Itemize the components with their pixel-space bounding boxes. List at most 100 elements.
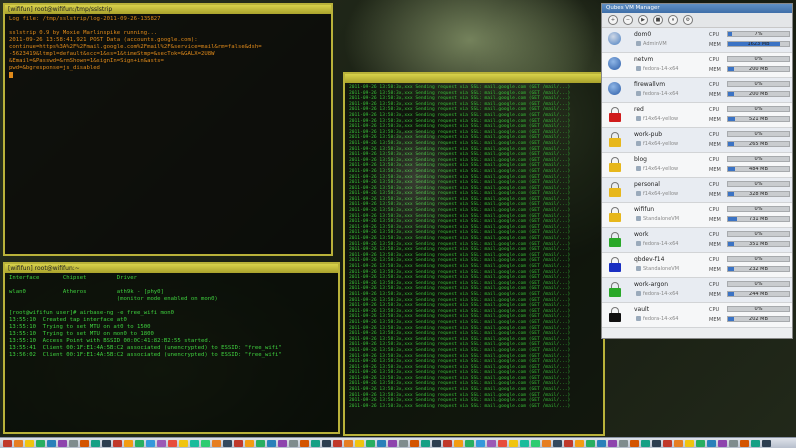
vm-row-wififun[interactable]: wififun StandaloneVM CPU 0% MEM 731 MB — [602, 203, 792, 228]
taskbar-app-icon[interactable] — [366, 439, 375, 447]
vm-row-personal[interactable]: personal f14x64-yellow CPU 0% MEM 328 MB — [602, 178, 792, 203]
taskbar-app-icon[interactable] — [223, 439, 232, 447]
taskbar-app-icon[interactable] — [201, 439, 210, 447]
vm-row-work-argon[interactable]: work-argon fedora-14-x64 CPU 0% MEM 244 MB — [602, 278, 792, 303]
taskbar-app-icon[interactable] — [245, 439, 254, 447]
taskbar-app-icon[interactable] — [564, 439, 573, 447]
vm-row-work[interactable]: work fedora-14-x64 CPU 0% MEM 351 MB — [602, 228, 792, 253]
taskbar-app-icon[interactable] — [14, 439, 23, 447]
taskbar-app-icon[interactable] — [454, 439, 463, 447]
toolbar-button-5[interactable]: ⚙ — [683, 15, 693, 25]
taskbar-app-icon[interactable] — [3, 439, 12, 447]
vm-row-firewallvm[interactable]: firewallvm fedora-14-x64 CPU 0% MEM 200 MB — [602, 78, 792, 103]
vm-row-blog[interactable]: blog f14x64-yellow CPU 0% MEM 484 MB — [602, 153, 792, 178]
airbase-terminal-titlebar[interactable]: [wififun] root@wififun:~ — [5, 264, 338, 273]
taskbar-app-icon[interactable] — [751, 439, 760, 447]
mem-label: MEM — [709, 217, 721, 223]
toolbar-button-4[interactable]: ⏸ — [668, 15, 678, 25]
taskbar-app-icon[interactable] — [267, 439, 276, 447]
cpu-usage-bar: 0% — [727, 281, 790, 287]
taskbar-app-icon[interactable] — [113, 439, 122, 447]
taskbar-app-icon[interactable] — [278, 439, 287, 447]
taskbar-app-icon[interactable] — [520, 439, 529, 447]
toolbar-button-2[interactable]: ▶ — [638, 15, 648, 25]
taskbar-app-icon[interactable] — [157, 439, 166, 447]
taskbar-app-icon[interactable] — [124, 439, 133, 447]
taskbar-app-icon[interactable] — [652, 439, 661, 447]
taskbar-app-icon[interactable] — [608, 439, 617, 447]
taskbar-app-icon[interactable] — [663, 439, 672, 447]
taskbar-app-icon[interactable] — [25, 439, 34, 447]
taskbar-app-icon[interactable] — [487, 439, 496, 447]
airbase-terminal-window[interactable]: [wififun] root@wififun:~ Interface Chips… — [3, 262, 340, 434]
taskbar-app-icon[interactable] — [443, 439, 452, 447]
taskbar-app-icon[interactable] — [190, 439, 199, 447]
toolbar-button-1[interactable]: − — [623, 15, 633, 25]
taskbar-app-icon[interactable] — [344, 439, 353, 447]
log-terminal-titlebar[interactable] — [345, 74, 603, 83]
taskbar-app-icon[interactable] — [311, 439, 320, 447]
taskbar-app-icon[interactable] — [146, 439, 155, 447]
taskbar-app-icon[interactable] — [432, 439, 441, 447]
taskbar-app-icon[interactable] — [718, 439, 727, 447]
taskbar-app-icon[interactable] — [762, 439, 771, 447]
cpu-usage-value: 0% — [754, 206, 763, 212]
taskbar-app-icon[interactable] — [168, 439, 177, 447]
taskbar-app-icon[interactable] — [619, 439, 628, 447]
vm-row-netvm[interactable]: netvm fedora-14-x64 CPU 0% MEM 200 MB — [602, 53, 792, 78]
taskbar-app-icon[interactable] — [586, 439, 595, 447]
taskbar-app-icon[interactable] — [58, 439, 67, 447]
qubes-vm-manager-window[interactable]: Qubes VM Manager + − ▶ ■ ⏸ ⚙ dom0 AdminVM CPU 7%… — [601, 3, 793, 339]
qubes-manager-titlebar[interactable]: Qubes VM Manager — [602, 4, 792, 13]
vm-row-red[interactable]: red f14x64-yellow CPU 0% MEM 521 MB — [602, 103, 792, 128]
taskbar-app-icon[interactable] — [91, 439, 100, 447]
mem-usage-fill — [728, 242, 735, 246]
taskbar-app-icon[interactable] — [36, 439, 45, 447]
vm-row-vault[interactable]: vault fedora-14-x64 CPU 0% MEM 202 MB — [602, 303, 792, 328]
taskbar-app-icon[interactable] — [80, 439, 89, 447]
log-terminal-window[interactable]: 2011-09-26 13:58:3x,xxx Sending request … — [343, 72, 605, 436]
taskbar-app-icon[interactable] — [377, 439, 386, 447]
taskbar-app-icon[interactable] — [553, 439, 562, 447]
taskbar-app-icon[interactable] — [399, 439, 408, 447]
taskbar-app-icon[interactable] — [300, 439, 309, 447]
taskbar-app-icon[interactable] — [102, 439, 111, 447]
vm-row-dom0[interactable]: dom0 AdminVM CPU 7% MEM 1623 MB — [602, 28, 792, 53]
taskbar-app-icon[interactable] — [542, 439, 551, 447]
taskbar-app-icon[interactable] — [696, 439, 705, 447]
taskbar-app-icon[interactable] — [674, 439, 683, 447]
taskbar-app-icon[interactable] — [355, 439, 364, 447]
taskbar-app-icon[interactable] — [135, 439, 144, 447]
taskbar-app-icon[interactable] — [388, 439, 397, 447]
vm-row-qbdev-f14[interactable]: qbdev-f14 StandaloneVM CPU 0% MEM 232 MB — [602, 253, 792, 278]
taskbar-app-icon[interactable] — [630, 439, 639, 447]
taskbar-app-icon[interactable] — [47, 439, 56, 447]
taskbar-app-icon[interactable] — [498, 439, 507, 447]
taskbar-app-icon[interactable] — [575, 439, 584, 447]
taskbar-app-icon[interactable] — [641, 439, 650, 447]
sslstrip-terminal-titlebar[interactable]: [wififun] root@wififun:/tmp/sslstrip — [5, 5, 331, 14]
taskbar-app-icon[interactable] — [476, 439, 485, 447]
vm-row-work-pub[interactable]: work-pub f14x64-yellow CPU 0% MEM 265 MB — [602, 128, 792, 153]
taskbar-app-icon[interactable] — [729, 439, 738, 447]
taskbar-app-icon[interactable] — [509, 439, 518, 447]
taskbar-app-icon[interactable] — [465, 439, 474, 447]
taskbar-app-icon[interactable] — [597, 439, 606, 447]
taskbar-app-icon[interactable] — [707, 439, 716, 447]
toolbar-button-0[interactable]: + — [608, 15, 618, 25]
taskbar-app-icon[interactable] — [69, 439, 78, 447]
toolbar-button-3[interactable]: ■ — [653, 15, 663, 25]
taskbar-app-icon[interactable] — [212, 439, 221, 447]
taskbar-app-icon[interactable] — [256, 439, 265, 447]
taskbar-app-icon[interactable] — [685, 439, 694, 447]
taskbar-app-icon[interactable] — [531, 439, 540, 447]
taskbar-app-icon[interactable] — [333, 439, 342, 447]
taskbar-app-icon[interactable] — [421, 439, 430, 447]
sslstrip-terminal-window[interactable]: [wififun] root@wififun:/tmp/sslstrip Log… — [3, 3, 333, 256]
taskbar-app-icon[interactable] — [740, 439, 749, 447]
taskbar-app-icon[interactable] — [179, 439, 188, 447]
taskbar-app-icon[interactable] — [410, 439, 419, 447]
taskbar-app-icon[interactable] — [322, 439, 331, 447]
taskbar-app-icon[interactable] — [234, 439, 243, 447]
taskbar-app-icon[interactable] — [289, 439, 298, 447]
